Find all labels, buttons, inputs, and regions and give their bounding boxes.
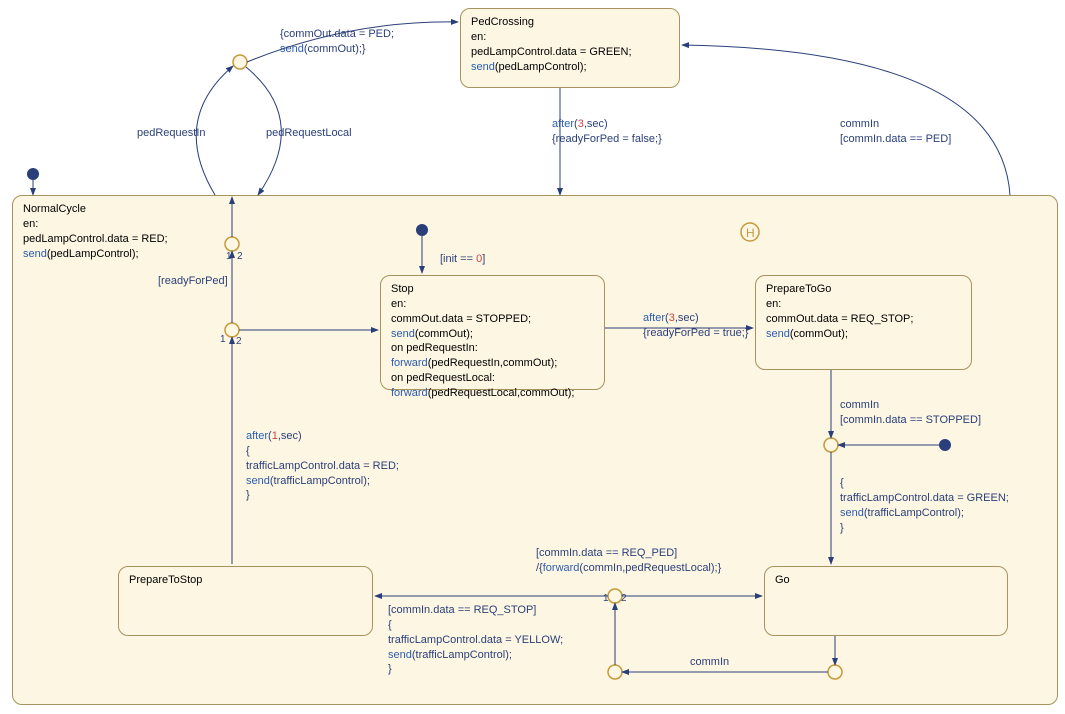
label-after-ped: after(3,sec) {readyForPed = false;} bbox=[552, 117, 662, 147]
label-pedrequestin: pedRequestIn bbox=[137, 126, 206, 141]
label-top-trans: {commOut.data = PED; send(commOut);} bbox=[280, 27, 394, 57]
state-preparetostop-text: PrepareToStop bbox=[129, 573, 362, 588]
state-stop-text: Stop en: commOut.data = STOPPED; send(co… bbox=[391, 282, 594, 401]
label-after-stop: after(3,sec) {readyForPed = true;} bbox=[643, 311, 748, 341]
label-after-prepstop: after(1,sec) { trafficLampControl.data =… bbox=[246, 429, 399, 503]
state-pedcrossing[interactable]: PedCrossing en: pedLampControl.data = GR… bbox=[460, 8, 680, 88]
label-commin: commIn bbox=[690, 655, 729, 670]
label-readyforped: [readyForPed] bbox=[158, 274, 228, 289]
state-preparetogo[interactable]: PrepareToGo en: commOut.data = REQ_STOP;… bbox=[755, 275, 972, 370]
label-init: [init == 0] bbox=[440, 252, 485, 267]
label-req-stop: [commIn.data == REQ_STOP] { trafficLampC… bbox=[388, 603, 563, 677]
label-req-ped: [commIn.data == REQ_PED] /{forward(commI… bbox=[536, 546, 721, 576]
state-normalcycle-text: NormalCycle en: pedLampControl.data = RE… bbox=[23, 202, 1047, 261]
state-stop[interactable]: Stop en: commOut.data = STOPPED; send(co… bbox=[380, 275, 605, 390]
label-green-action: { trafficLampControl.data = GREEN; send(… bbox=[840, 476, 1009, 535]
state-preparetostop[interactable]: PrepareToStop bbox=[118, 566, 373, 636]
label-commin-ped: commIn [commIn.data == PED] bbox=[840, 117, 951, 147]
label-commin-stopped: commIn [commIn.data == STOPPED] bbox=[840, 398, 981, 428]
state-preparetogo-text: PrepareToGo en: commOut.data = REQ_STOP;… bbox=[766, 282, 961, 341]
label-pedrequestlocal: pedRequestLocal bbox=[266, 126, 352, 141]
state-go-text: Go bbox=[775, 573, 997, 588]
state-pedcrossing-text: PedCrossing en: pedLampControl.data = GR… bbox=[471, 15, 669, 74]
state-go[interactable]: Go bbox=[764, 566, 1008, 636]
